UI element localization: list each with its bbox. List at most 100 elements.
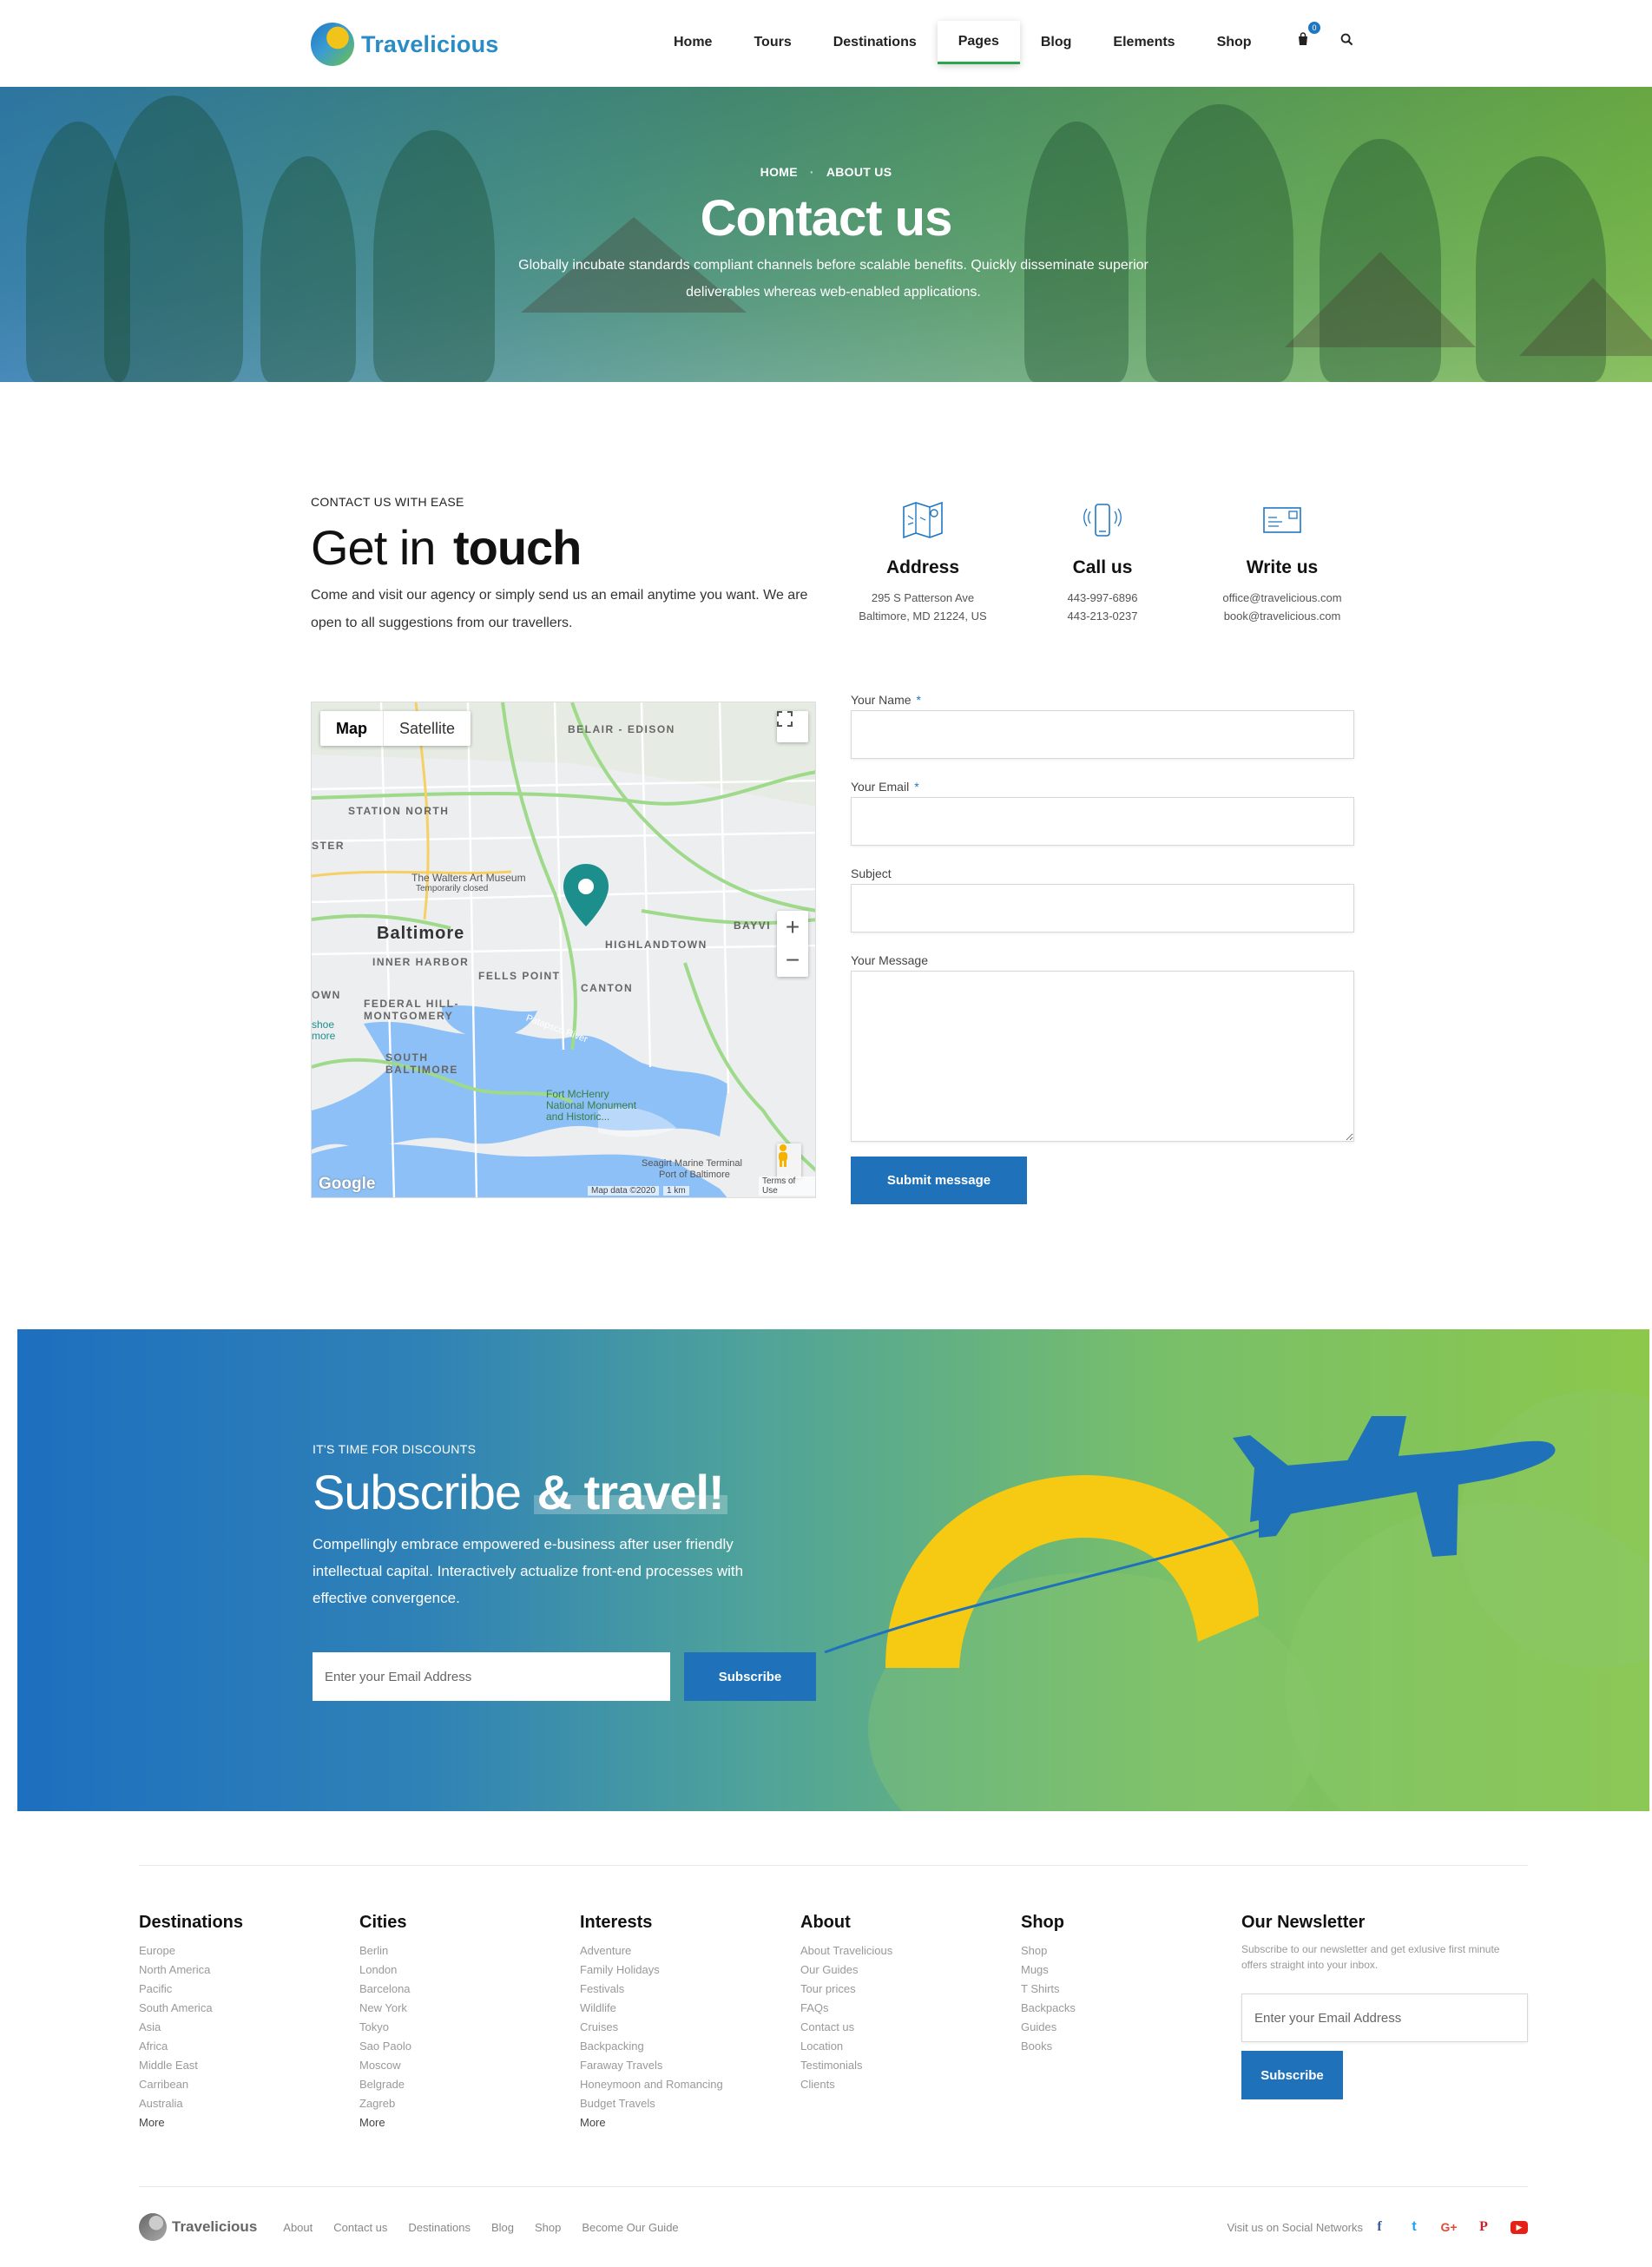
street-view-pegman[interactable] [777,1143,801,1178]
footer-link[interactable]: North America [139,1961,347,1980]
footer-bottom-bar: Travelicious About Contact us Destinatio… [139,2205,1528,2249]
map-label: CANTON [581,982,634,994]
email-link[interactable]: book@travelicious.com [1191,607,1373,625]
footer-link[interactable]: Asia [139,2018,347,2037]
footer-link[interactable]: Budget Travels [580,2094,788,2113]
footer-link[interactable]: Tour prices [800,1980,1009,1999]
nav-tours[interactable]: Tours [733,21,812,64]
logo-text: Travelicious [361,30,499,57]
footer-link[interactable]: Africa [139,2037,347,2056]
footer-column-title: About [800,1913,851,1932]
zoom-in-icon[interactable]: + [786,911,800,944]
cart-button[interactable]: 0 [1293,22,1320,49]
footer-link[interactable]: Testimonials [800,2056,1009,2075]
search-button[interactable] [1337,30,1356,49]
message-field[interactable] [851,971,1354,1142]
site-logo[interactable]: Travelicious [311,23,498,66]
footer-link[interactable]: About Travelicious [800,1941,1009,1961]
footer-link[interactable]: Guides [1021,2018,1229,2037]
footer-link[interactable]: Berlin [359,1941,568,1961]
bottom-link-shop[interactable]: Shop [535,2221,561,2234]
newsletter-text: Subscribe to our newsletter and get exlu… [1241,1943,1500,1971]
footer-link[interactable]: Australia [139,2094,347,2113]
footer-more-link[interactable]: More [139,2113,347,2132]
footer-link[interactable]: Belgrade [359,2075,568,2094]
footer-link[interactable]: Europe [139,1941,347,1961]
email-link[interactable]: office@travelicious.com [1191,589,1373,607]
nav-blog[interactable]: Blog [1020,21,1093,64]
zoom-out-icon[interactable]: − [786,944,800,977]
write-card: Write us office@travelicious.com book@tr… [1191,498,1373,625]
newsletter-subscribe-button[interactable]: Subscribe [1241,2051,1343,2099]
footer-link[interactable]: Carribean [139,2075,347,2094]
footer-link[interactable]: Contact us [800,2018,1009,2037]
footer-link[interactable]: New York [359,1999,568,2018]
nav-elements[interactable]: Elements [1092,21,1195,64]
footer-link[interactable]: FAQs [800,1999,1009,2018]
youtube-icon[interactable]: ▶ [1510,2220,1528,2234]
map-label: Port of Baltimore [659,1170,730,1180]
footer-link[interactable]: Our Guides [800,1961,1009,1980]
map-fullscreen-button[interactable] [777,711,808,742]
contact-heading-plain: Get in [311,520,436,575]
subscribe-kicker: IT'S TIME FOR DISCOUNTS [313,1442,477,1456]
footer-link[interactable]: Honeymoon and Romancing [580,2075,788,2094]
footer-link[interactable]: T Shirts [1021,1980,1229,1999]
footer-link[interactable]: Backpacks [1021,1999,1229,2018]
subscribe-email-input[interactable] [313,1652,670,1701]
nav-home[interactable]: Home [653,21,733,64]
footer-logo[interactable]: Travelicious [139,2213,257,2241]
footer-column-title: Shop [1021,1913,1064,1932]
footer-link[interactable]: Middle East [139,2056,347,2075]
breadcrumb-home[interactable]: HOME [760,165,798,179]
twitter-icon[interactable]: t [1406,2219,1422,2235]
footer-link[interactable]: Wildlife [580,1999,788,2018]
bottom-link-blog[interactable]: Blog [491,2221,514,2234]
google-plus-icon[interactable]: G+ [1440,2219,1457,2235]
bottom-link-about[interactable]: About [283,2221,313,2234]
facebook-icon[interactable]: f [1372,2219,1387,2235]
footer-more-link[interactable]: More [580,2113,788,2132]
footer-link[interactable]: Adventure [580,1941,788,1961]
footer-link[interactable]: Faraway Travels [580,2056,788,2075]
nav-pages[interactable]: Pages [937,21,1020,64]
pinterest-icon[interactable]: P [1476,2219,1491,2235]
footer-link[interactable]: Zagreb [359,2094,568,2113]
nav-destinations[interactable]: Destinations [813,21,938,64]
footer-link[interactable]: Family Holidays [580,1961,788,1980]
footer-link[interactable]: Barcelona [359,1980,568,1999]
map-type-satellite-button[interactable]: Satellite [383,711,471,746]
footer-link[interactable]: Books [1021,2037,1229,2056]
footer-link[interactable]: London [359,1961,568,1980]
subscribe-button[interactable]: Subscribe [684,1652,816,1701]
subject-field[interactable] [851,884,1354,933]
email-field[interactable] [851,797,1354,846]
name-field[interactable] [851,710,1354,759]
footer-link[interactable]: Moscow [359,2056,568,2075]
phone-number[interactable]: 443-997-6896 [1011,589,1194,607]
footer-link[interactable]: Shop [1021,1941,1229,1961]
footer-link[interactable]: Clients [800,2075,1009,2094]
newsletter-email-input[interactable] [1241,1994,1528,2042]
nav-shop[interactable]: Shop [1196,21,1273,64]
footer-more-link[interactable]: More [359,2113,568,2132]
bottom-link-destinations[interactable]: Destinations [408,2221,471,2234]
map-type-map-button[interactable]: Map [320,711,383,746]
footer-link[interactable]: Cruises [580,2018,788,2037]
footer-link[interactable]: South America [139,1999,347,2018]
footer-divider [139,1865,1528,1866]
footer-link[interactable]: Sao Paolo [359,2037,568,2056]
email-label-text: Your Email [851,780,910,794]
phone-number[interactable]: 443-213-0237 [1011,607,1194,625]
footer-link[interactable]: Location [800,2037,1009,2056]
bottom-link-contact[interactable]: Contact us [333,2221,387,2234]
footer-link[interactable]: Backpacking [580,2037,788,2056]
bottom-link-become-guide[interactable]: Become Our Guide [582,2221,678,2234]
footer-link[interactable]: Festivals [580,1980,788,1999]
google-map[interactable]: Map Satellite + − STATION NORTH The Walt… [311,702,816,1198]
footer-link[interactable]: Pacific [139,1980,347,1999]
footer-link[interactable]: Mugs [1021,1961,1229,1980]
map-terms-link[interactable]: Terms of Use [759,1176,815,1196]
submit-message-button[interactable]: Submit message [851,1157,1027,1204]
footer-link[interactable]: Tokyo [359,2018,568,2037]
